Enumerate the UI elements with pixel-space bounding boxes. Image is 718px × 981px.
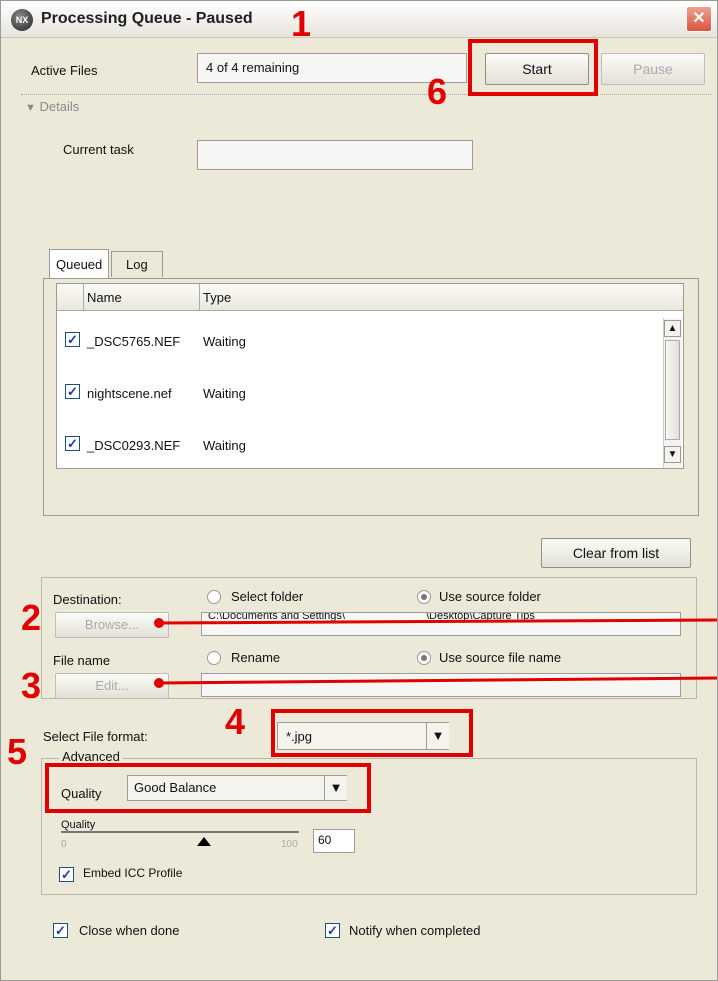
processing-queue-window: NX Processing Queue - Paused ✕ Active Fi… bbox=[0, 0, 718, 981]
arrow-line-browse bbox=[158, 618, 717, 625]
arrow-dot-edit bbox=[154, 678, 164, 688]
annotation-arrows bbox=[154, 618, 717, 688]
arrow-line-edit bbox=[158, 676, 717, 685]
arrow-dot-browse bbox=[154, 618, 164, 628]
